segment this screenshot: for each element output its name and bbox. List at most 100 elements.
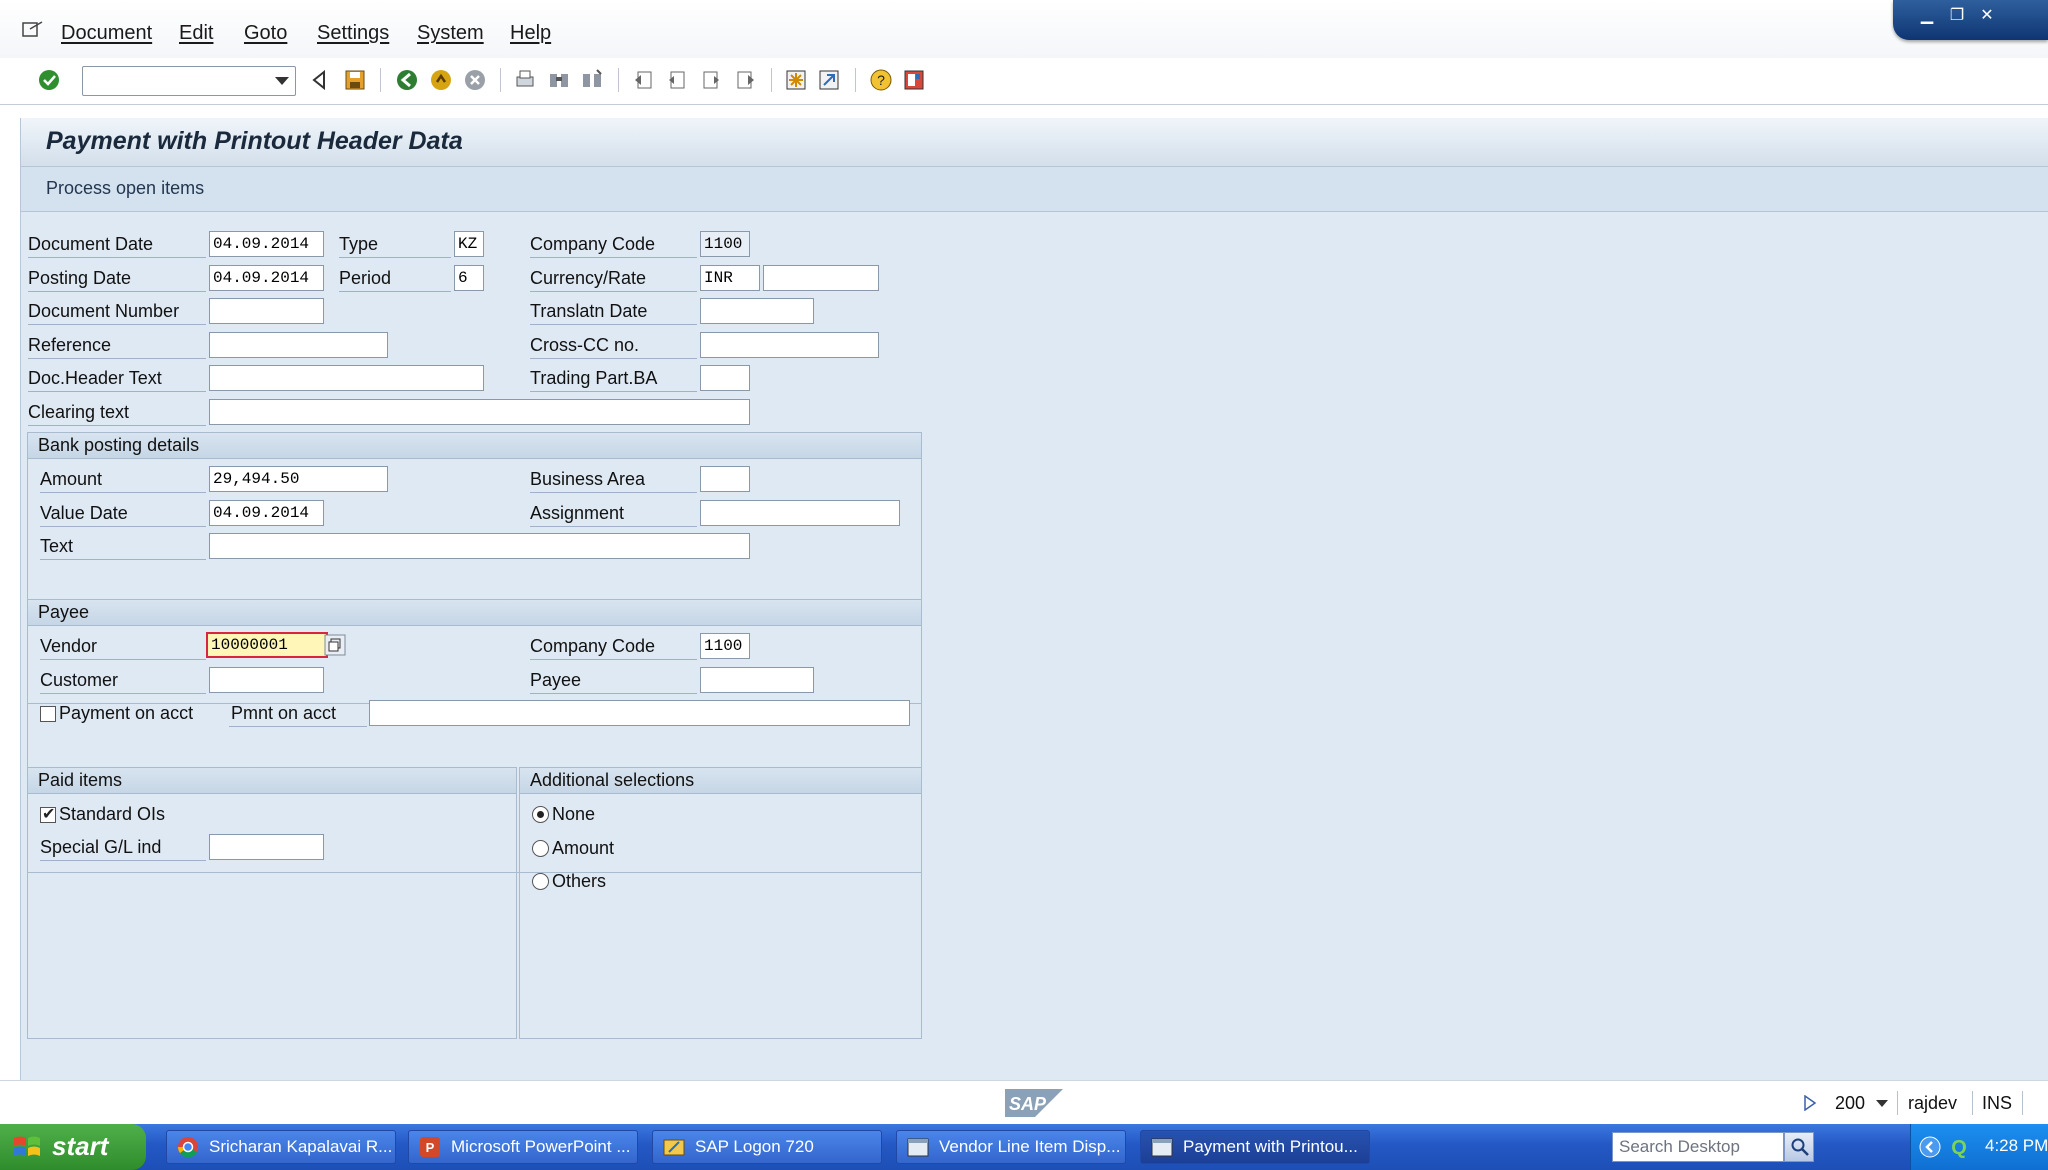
radio-none-label: None [552,804,596,824]
menu-goto[interactable]: Goto [244,22,287,45]
translatn-date-field[interactable] [700,298,814,324]
task-chrome-label: Sricharan Kapalavai R... [209,1137,393,1156]
payee-company-code-field[interactable]: 1100 [700,633,750,659]
powerpoint-icon: P [420,1137,440,1157]
previous-page-icon[interactable] [665,68,689,92]
standard-ois-checkbox[interactable] [40,804,56,824]
process-open-items-button[interactable]: Process open items [46,178,204,199]
paid-items-title: Paid items [38,770,123,790]
amount-field[interactable]: 29,494.50 [209,466,388,492]
reference-label: Reference [28,335,112,355]
document-date-field[interactable]: 04.09.2014 [209,231,324,257]
print-icon[interactable] [513,68,537,92]
menu-system[interactable]: System [417,22,484,45]
payment-on-acct-checkbox[interactable] [40,706,56,722]
document-date-label: Document Date [28,234,154,254]
help-icon[interactable]: ? [869,68,893,92]
doc-header-text-field[interactable] [209,365,484,391]
business-area-field[interactable] [700,466,750,492]
task-payment-printout-label: Payment with Printou... [1183,1137,1358,1156]
tray-app-q-icon[interactable]: Q [1947,1135,1971,1159]
system-tray: Q 4:28 PM [1910,1124,2048,1170]
close-icon[interactable]: ✕ [1975,5,1999,27]
doc-header-text-label: Doc.Header Text [28,368,162,388]
payee-field[interactable] [700,667,814,693]
trading-part-field[interactable] [700,365,750,391]
payee-company-code-label: Company Code [530,636,656,656]
last-page-icon[interactable] [733,68,757,92]
svg-text:P: P [426,1140,435,1155]
radio-none[interactable] [532,806,549,823]
special-gl-label: Special G/L ind [40,837,162,857]
radio-others-label: Others [552,871,607,891]
sap-logo-icon: SAP [1005,1089,1063,1117]
customize-layout-icon[interactable] [902,68,926,92]
restore-icon[interactable]: ❐ [1945,5,1969,27]
show-hidden-icons-icon[interactable] [1919,1136,1941,1158]
first-page-icon[interactable] [632,68,656,92]
task-powerpoint[interactable]: P Microsoft PowerPoint ... [408,1130,638,1164]
page-title: Payment with Printout Header Data [46,127,463,155]
period-label: Period [339,268,392,288]
radio-amount[interactable] [532,840,549,857]
assignment-field[interactable] [700,500,900,526]
type-field[interactable]: KZ [454,231,484,257]
search-button[interactable] [1784,1132,1814,1162]
shortcut-icon[interactable] [817,68,841,92]
task-vendor-line-item[interactable]: Vendor Line Item Disp... [896,1130,1126,1164]
search-help-icon[interactable] [324,634,346,656]
menu-edit[interactable]: Edit [179,22,213,45]
find-icon[interactable] [547,68,571,92]
command-field[interactable] [82,66,296,96]
next-page-icon[interactable] [699,68,723,92]
customer-field[interactable] [209,667,324,693]
menu-document[interactable]: Document [61,22,152,45]
task-sap-logon[interactable]: SAP Logon 720 [652,1130,882,1164]
standard-ois-label: Standard OIs [59,804,166,824]
exchange-rate-field[interactable] [763,265,879,291]
value-date-label: Value Date [40,503,128,523]
back-triangle-icon[interactable] [308,68,332,92]
menu-settings[interactable]: Settings [317,22,389,45]
insert-mode[interactable]: INS [1982,1093,2012,1114]
menu-options-icon[interactable] [22,20,44,38]
cancel-icon[interactable] [463,68,487,92]
start-button[interactable]: start [0,1124,146,1170]
period-field[interactable]: 6 [454,265,484,291]
currency-rate-label: Currency/Rate [530,268,647,288]
special-gl-field[interactable] [209,834,324,860]
desktop-search-input[interactable]: Search Desktop [1612,1132,1784,1162]
find-next-icon[interactable] [580,68,604,92]
posting-date-field[interactable]: 04.09.2014 [209,265,324,291]
clearing-text-field[interactable] [209,399,750,425]
pmnt-on-acct-field[interactable] [369,700,910,726]
minimize-icon[interactable]: ▁ [1915,5,1939,27]
status-expand-icon[interactable] [1803,1095,1817,1111]
text-field[interactable] [209,533,750,559]
document-number-field[interactable] [209,298,324,324]
title-bar: Payment with Printout Header Data [21,118,2048,167]
cross-cc-field[interactable] [700,332,879,358]
chevron-down-icon[interactable] [1876,1100,1888,1107]
cross-cc-label: Cross-CC no. [530,335,640,355]
value-date-field[interactable]: 04.09.2014 [209,500,324,526]
radio-others[interactable] [532,873,549,890]
menu-help[interactable]: Help [510,22,551,45]
back-arrow-icon[interactable] [395,68,419,92]
chevron-down-icon[interactable] [275,77,289,85]
vendor-field[interactable]: 10000001 [206,632,328,658]
reference-field[interactable] [209,332,388,358]
vendor-label: Vendor [40,636,98,656]
task-payment-printout[interactable]: Payment with Printou... [1140,1130,1370,1164]
exit-icon[interactable] [429,68,453,92]
save-icon[interactable] [343,68,367,92]
enter-checkmark-icon[interactable] [37,68,61,92]
currency-field[interactable]: INR [700,265,760,291]
sap-logon-icon [663,1139,685,1156]
task-chrome[interactable]: Sricharan Kapalavai R... [166,1130,396,1164]
task-sap-logon-label: SAP Logon 720 [695,1137,814,1156]
pmnt-on-acct-label: Pmnt on acct [231,703,337,723]
type-label: Type [339,234,379,254]
create-session-icon[interactable] [784,68,808,92]
payee-title: Payee [38,602,90,622]
